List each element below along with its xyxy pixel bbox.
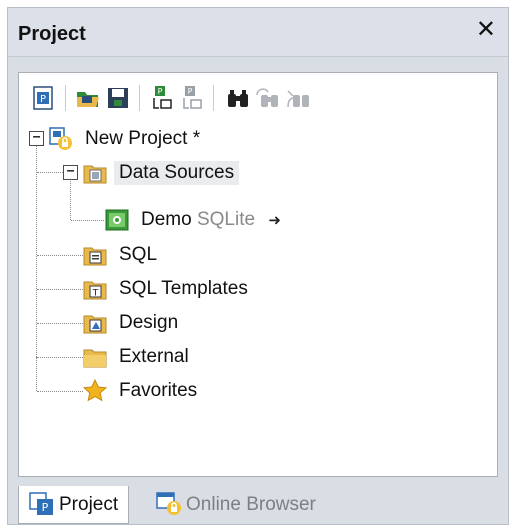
tree-node-external[interactable]: External xyxy=(119,345,189,369)
add-active-file-to-project-icon[interactable]: P xyxy=(179,85,205,111)
toolbar-separator xyxy=(139,85,140,111)
tree-connector xyxy=(70,173,71,220)
save-project-icon[interactable] xyxy=(105,85,131,111)
toolbar-separator xyxy=(213,85,214,111)
tab-online-browser[interactable]: Online Browser xyxy=(146,486,326,524)
svg-text:T: T xyxy=(92,289,99,299)
arrow-right-icon[interactable]: ➜ xyxy=(268,212,281,229)
sql-templates-folder-icon: T xyxy=(83,277,107,301)
open-project-icon[interactable] xyxy=(75,85,101,111)
tree-connector xyxy=(71,220,104,221)
collapse-data-sources-toggle[interactable]: − xyxy=(63,165,78,180)
favorites-star-icon xyxy=(83,379,107,403)
project-tree: − New Project * − Data Sources Demo SQLi… xyxy=(19,121,497,471)
tree-connector xyxy=(37,357,83,358)
replace-icon[interactable] xyxy=(285,85,311,111)
tree-connector xyxy=(37,255,83,256)
close-icon[interactable]: ✕ xyxy=(476,18,496,42)
add-files-to-project-icon[interactable]: P xyxy=(149,85,175,111)
tree-connector xyxy=(37,289,83,290)
data-sources-folder-icon xyxy=(83,161,107,185)
project-content: P P P − New Project * − Data Sources Dem… xyxy=(18,72,498,477)
svg-text:P: P xyxy=(40,94,46,105)
tree-connector xyxy=(37,323,83,324)
tree-connector xyxy=(37,391,83,392)
find-icon[interactable] xyxy=(225,85,251,111)
demo-label: Demo xyxy=(141,209,192,230)
online-browser-tab-icon xyxy=(156,490,182,516)
tree-connector xyxy=(36,357,37,391)
project-tab-icon: P xyxy=(29,490,55,516)
tab-project[interactable]: P Project xyxy=(18,486,130,524)
svg-text:P: P xyxy=(42,501,49,514)
svg-text:P: P xyxy=(188,87,193,96)
tab-project-label: Project xyxy=(59,494,119,515)
tab-online-browser-label: Online Browser xyxy=(186,494,316,515)
sql-folder-icon xyxy=(83,243,107,267)
demo-type: SQLite xyxy=(196,209,256,230)
tree-node-data-sources[interactable]: Data Sources xyxy=(114,161,240,185)
project-panel: Project ✕ P P P − New Project * − Data S… xyxy=(7,7,509,525)
new-project-icon[interactable]: P xyxy=(31,85,57,111)
svg-text:P: P xyxy=(158,87,163,96)
toolbar-separator xyxy=(65,85,66,111)
collapse-project-toggle[interactable]: − xyxy=(29,131,44,146)
tree-node-sql[interactable]: SQL xyxy=(119,243,157,267)
find-next-icon[interactable] xyxy=(255,85,281,111)
panel-tabs: P Project Online Browser xyxy=(8,478,508,524)
tree-connector xyxy=(37,172,63,173)
panel-titlebar: Project ✕ xyxy=(8,8,508,57)
external-folder-icon xyxy=(83,345,107,369)
tree-node-favorites[interactable]: Favorites xyxy=(119,379,197,403)
database-connection-icon xyxy=(105,208,129,232)
project-icon xyxy=(49,127,73,151)
panel-title: Project xyxy=(18,23,86,45)
design-folder-icon xyxy=(83,311,107,335)
tree-node-design[interactable]: Design xyxy=(119,311,178,335)
tree-node-sql-templates[interactable]: SQL Templates xyxy=(119,277,248,301)
tree-node-project[interactable]: New Project * xyxy=(85,127,200,151)
project-toolbar: P P P xyxy=(19,73,497,121)
tree-node-demo[interactable]: Demo SQLite ➜ xyxy=(141,208,281,233)
